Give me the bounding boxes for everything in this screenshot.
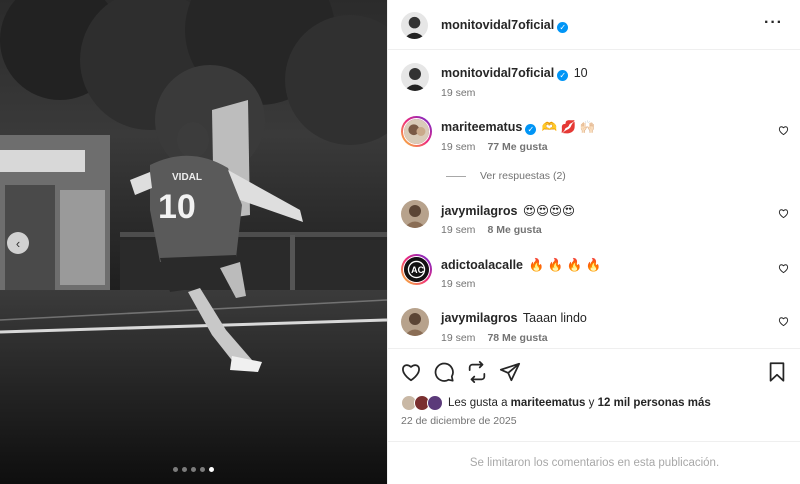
more-options-button[interactable]: ··· [764, 14, 783, 32]
heart-icon[interactable] [400, 361, 422, 383]
likes-joiner: y [588, 397, 595, 409]
liker-avatar [427, 395, 443, 411]
comment-body: 😍😍😍😍 [522, 204, 576, 218]
likes-prefix: Les gusta a [448, 397, 508, 409]
likes-others-link[interactable]: 12 mil personas más [598, 397, 711, 409]
jersey-number: 10 [158, 188, 196, 226]
comment-time[interactable]: 19 sem [441, 332, 475, 344]
comment-body: Taaan lindo [522, 311, 587, 325]
svg-text:AC: AC [411, 265, 424, 275]
comment-heart-icon[interactable] [778, 316, 789, 327]
comments-limited-note: Se limitaron los comentarios en esta pub… [388, 441, 800, 484]
comment-time[interactable]: 19 sem [441, 224, 475, 236]
comment-username[interactable]: javymilagros [441, 311, 517, 325]
comment-body: 🔥 🔥 🔥 🔥 [528, 258, 602, 272]
likes-summary: Les gusta a mariteematus y 12 mil person… [401, 395, 711, 411]
caption-meta: 19 sem [441, 87, 475, 99]
view-replies-button[interactable]: Ver respuestas (2) [446, 170, 566, 182]
verified-badge-icon: ✓ [557, 70, 569, 81]
comment-username[interactable]: javymilagros [441, 204, 517, 218]
commenter-avatar[interactable] [401, 200, 429, 228]
post-date[interactable]: 22 de diciembre de 2025 [401, 415, 517, 427]
caption-text: monitovidal7oficial ✓ 10 [441, 66, 588, 81]
carousel-dot [200, 467, 205, 472]
verified-badge-icon: ✓ [525, 124, 537, 135]
comment-time[interactable]: 19 sem [441, 141, 475, 153]
actions-divider [388, 348, 800, 349]
caption-time[interactable]: 19 sem [441, 87, 475, 99]
comments-panel: monitovidal7oficial ✓ ··· monitovidal7ofi… [387, 0, 800, 484]
author-username-text[interactable]: monitovidal7oficial [441, 18, 554, 32]
carousel-prev-button[interactable]: ‹ [7, 232, 29, 254]
comment-likes[interactable]: 77 Me gusta [487, 141, 547, 153]
comment-username[interactable]: adictoalacalle [441, 258, 523, 272]
comment-text: javymilagros 😍😍😍😍 [441, 203, 575, 218]
comment-username[interactable]: mariteematus [441, 120, 522, 134]
comment-meta: 19 sem 78 Me gusta [441, 332, 548, 344]
comment-likes[interactable]: 78 Me gusta [487, 332, 547, 344]
replies-divider [446, 175, 466, 177]
chevron-left-icon: ‹ [15, 235, 21, 251]
carousel-dot-active [209, 467, 214, 472]
caption-username[interactable]: monitovidal7oficial [441, 66, 554, 80]
commenter-avatar[interactable]: AC [401, 254, 432, 285]
comment-body: 🫶 💋 🙌🏻 [541, 120, 596, 134]
author-avatar[interactable] [401, 12, 428, 39]
carousel-dot [191, 467, 196, 472]
more-horizontal-icon: ··· [764, 14, 783, 31]
commenter-avatar[interactable] [401, 308, 429, 336]
bookmark-icon[interactable] [766, 361, 788, 383]
comment-text: adictoalacalle 🔥 🔥 🔥 🔥 [441, 258, 601, 273]
repost-icon[interactable] [466, 361, 488, 383]
comment-heart-icon[interactable] [778, 125, 789, 136]
comment-heart-icon[interactable] [778, 208, 789, 219]
comment-likes[interactable]: 8 Me gusta [487, 224, 541, 236]
view-replies-label[interactable]: Ver respuestas (2) [480, 170, 566, 182]
post-header: monitovidal7oficial ✓ ··· [388, 0, 800, 50]
jersey-name: VIDAL [172, 172, 202, 183]
author-username[interactable]: monitovidal7oficial ✓ [441, 18, 569, 33]
comment-meta: 19 sem 8 Me gusta [441, 224, 542, 236]
carousel-indicator [0, 467, 387, 472]
comment-heart-icon[interactable] [778, 263, 789, 274]
send-icon[interactable] [499, 361, 521, 383]
post-dialog: VIDAL 10 ‹ monitovidal7oficial ✓ ··· mon… [0, 0, 800, 484]
caption-avatar[interactable] [401, 63, 429, 91]
likes-user-link[interactable]: mariteematus [511, 397, 586, 409]
liker-avatars[interactable] [401, 395, 445, 411]
comment-time[interactable]: 19 sem [441, 278, 475, 290]
comment-meta: 19 sem [441, 278, 487, 290]
carousel-dot [182, 467, 187, 472]
comment-text: mariteematus ✓ 🫶 💋 🙌🏻 [441, 120, 595, 135]
comment-meta: 19 sem 77 Me gusta [441, 141, 548, 153]
post-photo: VIDAL 10 [0, 0, 387, 484]
comment-icon[interactable] [433, 361, 455, 383]
post-media[interactable]: VIDAL 10 ‹ [0, 0, 387, 484]
verified-badge-icon: ✓ [557, 22, 569, 33]
carousel-dot [173, 467, 178, 472]
caption-body: 10 [573, 66, 588, 80]
comment-text: javymilagros Taaan lindo [441, 311, 587, 325]
commenter-avatar[interactable] [401, 116, 432, 147]
